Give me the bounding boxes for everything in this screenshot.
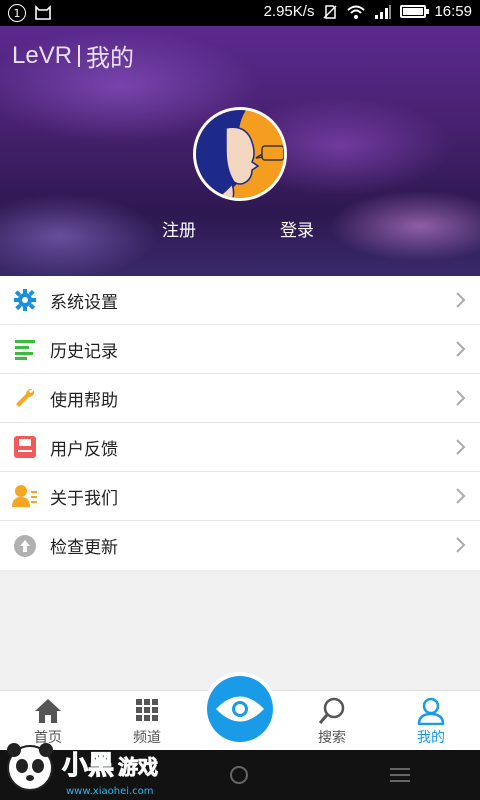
menu-item-label: 系统设置 [50, 292, 118, 313]
tab-search[interactable]: 搜索 [292, 697, 372, 747]
eye-icon [216, 696, 264, 722]
search-icon [318, 697, 345, 724]
gear-icon [12, 287, 38, 313]
update-icon [12, 533, 38, 559]
menu-item-feedback[interactable]: 用户反馈 [0, 423, 480, 472]
menu-item-about-us[interactable]: 关于我们 [0, 472, 480, 521]
watermark-logo: 小黑 游戏 www.xiaohei.com [7, 743, 158, 797]
menu-item-label: 检查更新 [50, 538, 118, 558]
menu-item-check-update[interactable]: 检查更新 [0, 521, 480, 570]
settings-menu: 系统设置 历史记录 使用帮助 用户反馈 关于我们 检查更新 [0, 276, 480, 570]
chevron-right-icon [456, 341, 466, 357]
menu-item-label: 用户反馈 [50, 439, 118, 460]
home-icon [35, 699, 61, 723]
svg-text:游戏: 游戏 [118, 755, 158, 779]
menu-item-help[interactable]: 使用帮助 [0, 374, 480, 423]
about-icon [12, 483, 38, 509]
chevron-right-icon [456, 537, 466, 553]
brand-name: LeVR [12, 41, 73, 69]
signal-icon [375, 4, 392, 19]
svg-text:小黑: 小黑 [62, 751, 114, 781]
battery-icon [400, 5, 430, 18]
login-link[interactable]: 登录 [280, 216, 314, 241]
tab-label: 搜索 [318, 730, 346, 746]
notification-count-icon: 1 [8, 4, 26, 22]
cat-icon [35, 5, 51, 20]
system-home-icon[interactable] [230, 766, 248, 784]
wifi-icon [347, 5, 366, 19]
app-brand: LeVR 我的 [12, 38, 134, 73]
page-title: 我的 [86, 45, 135, 72]
menu-item-label: 历史记录 [50, 341, 118, 362]
brand-divider [78, 44, 81, 67]
chevron-right-icon [456, 488, 466, 504]
list-icon [12, 336, 38, 362]
system-menu-icon[interactable] [390, 768, 410, 786]
no-sim-icon [323, 4, 337, 19]
avatar-portrait-icon [196, 110, 284, 198]
status-bar: 1 2.95K/s 16:59 [0, 0, 480, 26]
vr-eye-button-face [207, 676, 273, 742]
vr-eye-button[interactable] [203, 672, 277, 746]
avatar[interactable] [193, 107, 287, 201]
clock: 16:59 [434, 3, 472, 20]
wrench-icon [12, 385, 38, 411]
grid-icon [136, 699, 158, 721]
feedback-icon [12, 434, 38, 460]
register-link[interactable]: 注册 [162, 216, 196, 241]
user-icon [417, 697, 445, 725]
menu-item-history[interactable]: 历史记录 [0, 325, 480, 374]
chevron-right-icon [456, 439, 466, 455]
menu-item-label: 关于我们 [50, 488, 118, 509]
svg-text:www.xiaohei.com: www.xiaohei.com [66, 786, 154, 797]
menu-item-label: 使用帮助 [50, 390, 118, 411]
chevron-right-icon [456, 292, 466, 308]
profile-header: LeVR 我的 注册 登录 [0, 26, 480, 276]
tab-label: 我的 [417, 730, 445, 746]
network-speed: 2.95K/s [263, 3, 315, 20]
menu-item-system-settings[interactable]: 系统设置 [0, 276, 480, 325]
chevron-right-icon [456, 390, 466, 406]
tab-mine[interactable]: 我的 [391, 697, 471, 747]
